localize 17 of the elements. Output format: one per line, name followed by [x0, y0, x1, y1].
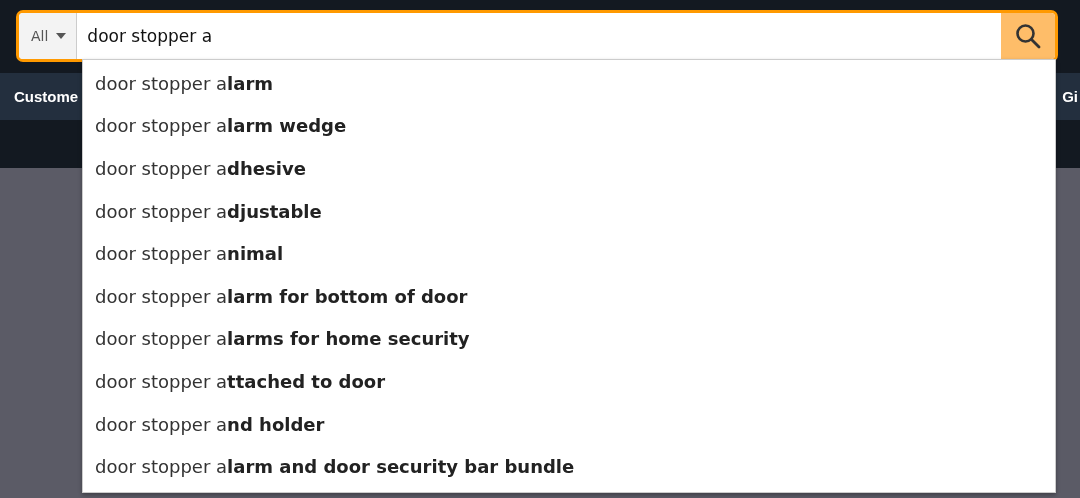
category-dropdown[interactable]: All	[19, 13, 78, 59]
search-field[interactable]: All door stopper a	[16, 10, 1058, 62]
search-button[interactable]	[1001, 13, 1055, 59]
search-suggestion[interactable]: door stopper alarm and door security bar bundle	[83, 445, 1055, 488]
search-suggestion[interactable]: door stopper adjustable	[83, 189, 1055, 233]
search-suggestion[interactable]: door stopper animal	[83, 232, 1055, 275]
search-suggestion[interactable]: door stopper and holder	[83, 402, 1055, 446]
search-suggestion[interactable]: door stopper alarm	[83, 62, 1055, 105]
search-suggestion[interactable]: door stopper alarm for bottom of door	[83, 274, 1055, 318]
search-suggestion[interactable]: door stopper attached to door	[83, 360, 1055, 403]
search-suggestion[interactable]: door stopper alarm wedge	[83, 104, 1055, 148]
nav-link[interactable]: Custome	[14, 88, 79, 105]
nav-link[interactable]: Gi	[1062, 88, 1078, 105]
caret-icon	[56, 33, 67, 39]
search-suggestion[interactable]: door stopper alarms for home security	[83, 317, 1055, 361]
search-suggestion[interactable]: door stopper adhesive	[83, 147, 1055, 190]
search-icon	[1015, 23, 1041, 49]
